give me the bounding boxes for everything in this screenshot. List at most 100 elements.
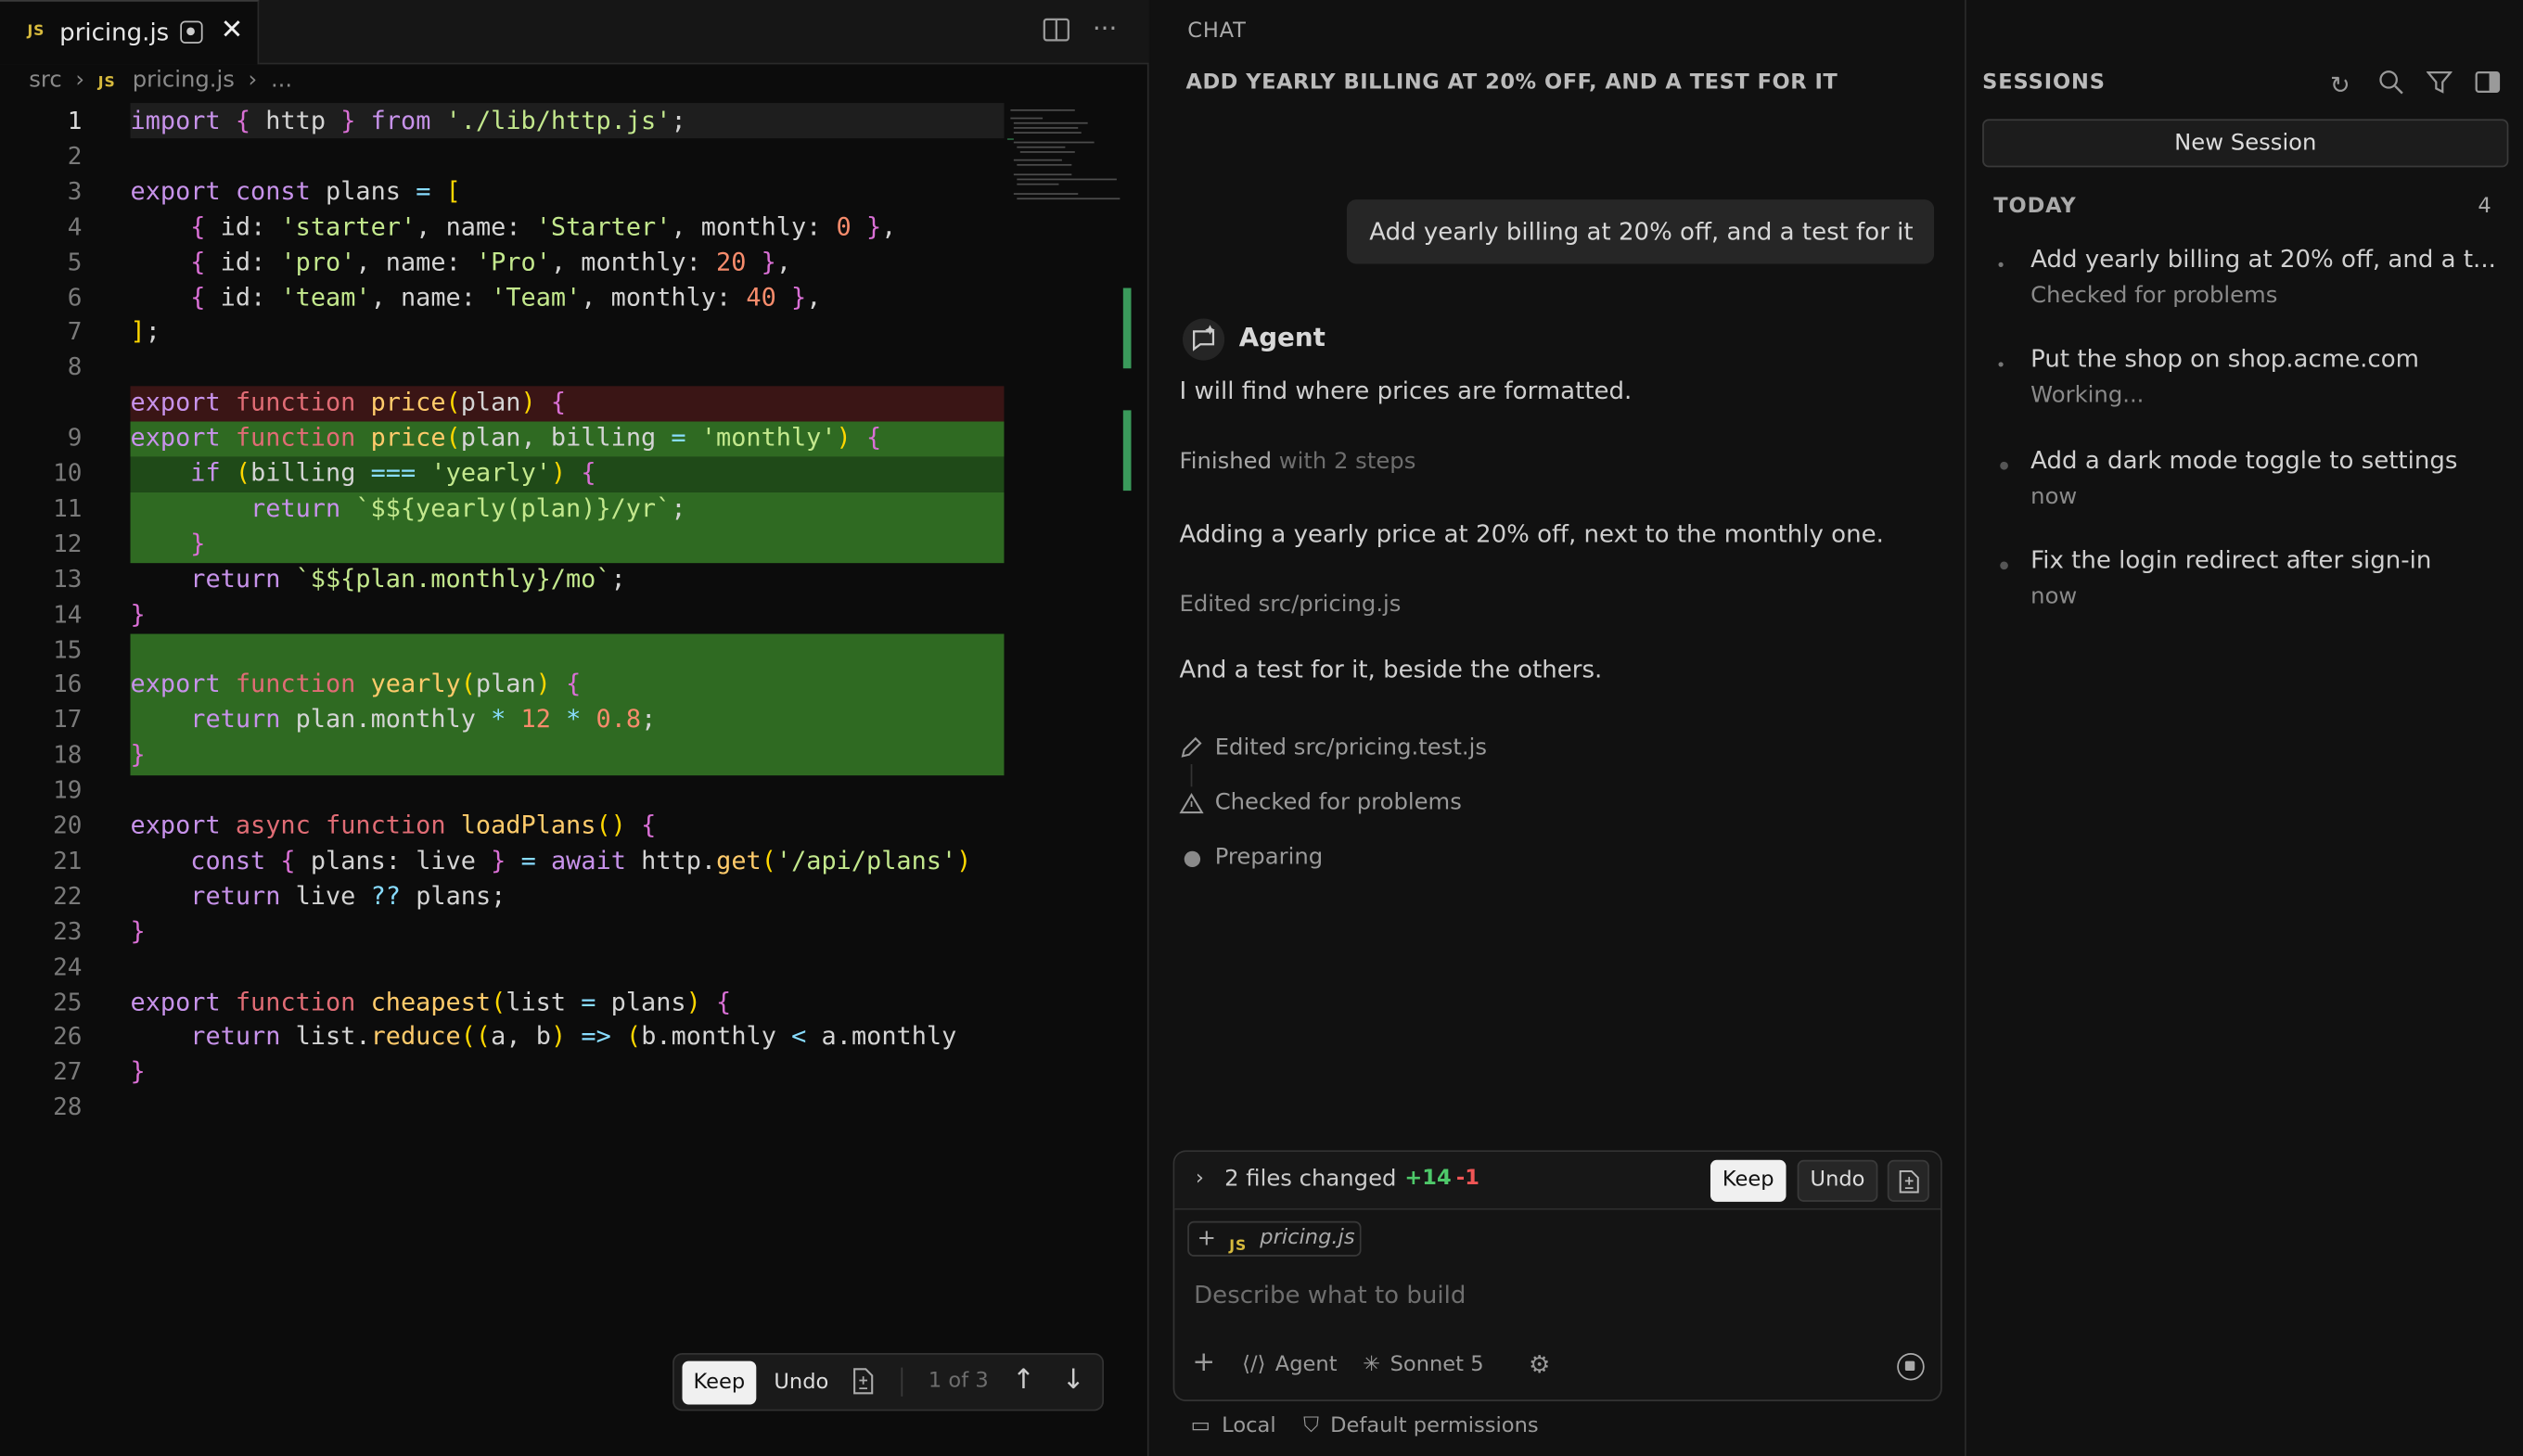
code-line[interactable]: 8 <box>0 350 1126 385</box>
undo-change-button[interactable]: Undo <box>764 1361 839 1405</box>
code-line[interactable]: 24 <box>0 949 1126 984</box>
session-item-status: Working... <box>2030 382 2145 409</box>
step-edited[interactable]: Edited src/pricing.test.js <box>1215 735 1487 761</box>
code-text: } <box>190 529 206 558</box>
code-line[interactable]: 11 return `$${yearly(plan)}/yr`; <box>0 491 1126 526</box>
permissions-picker[interactable]: ⛉ Default permissions <box>1303 1414 1539 1438</box>
code-text: export const plans = [ <box>130 176 461 206</box>
session-item-title[interactable]: Add a dark mode toggle to settings <box>2030 446 2505 475</box>
code-line[interactable]: 4 { id: 'starter', name: 'Starter', mont… <box>0 209 1126 244</box>
code-text: export function price(plan, billing = 'm… <box>130 423 882 453</box>
code-area[interactable]: 1 import { http } from './lib/http.js'; 2 3… <box>0 103 1132 1132</box>
review-diff-icon[interactable] <box>1887 1159 1929 1202</box>
filter-icon[interactable] <box>2426 70 2453 102</box>
status-dot-icon <box>2000 561 2008 570</box>
chevron-right-icon[interactable]: › <box>1196 1167 1204 1191</box>
model-picker[interactable]: ✳ Sonnet 5 <box>1363 1353 1483 1377</box>
session-item-title[interactable]: Put the shop on shop.acme.com <box>2030 344 2505 373</box>
code-text: return list.reduce((a, b) => (b.monthly … <box>190 1022 957 1052</box>
session-item-title[interactable]: Fix the login redirect after sign-in <box>2030 545 2505 574</box>
breadcrumb-symbols[interactable]: ... <box>271 68 292 94</box>
pencil-icon <box>1180 735 1204 766</box>
code-line[interactable]: 18} <box>0 737 1126 773</box>
js-file-icon: JS <box>97 75 116 92</box>
code-line[interactable]: 13 return `$${plan.monthly}/mo`; <box>0 561 1126 596</box>
line-number: 1 <box>67 106 83 135</box>
finished-steps: with 2 steps <box>1278 449 1416 475</box>
step-preparing: Preparing <box>1214 844 1324 871</box>
arrow-up-icon[interactable]: ↑ <box>1012 1364 1035 1397</box>
minimap[interactable] <box>1006 106 1121 206</box>
code-line[interactable]: 14} <box>0 596 1126 632</box>
code-line[interactable]: 25 export function cheapest(list = plans)… <box>0 984 1126 1019</box>
search-icon[interactable] <box>2378 70 2404 102</box>
code-line[interactable]: 16 export function yearly(plan) { <box>0 667 1126 702</box>
change-counter: 1 of 3 <box>928 1369 989 1394</box>
code-line[interactable]: 26 return list.reduce((a, b) => (b.month… <box>0 1019 1126 1054</box>
add-context-icon[interactable]: + <box>1192 1347 1215 1379</box>
code-text: export function price(plan) { <box>130 388 567 417</box>
code-line[interactable]: 22 return live ?? plans; <box>0 878 1126 913</box>
session-item-title[interactable]: Add yearly billing at 20% off, and a t..… <box>2030 245 2505 274</box>
toggle-sidebar-icon[interactable] <box>2475 70 2501 102</box>
code-text: export function yearly(plan) { <box>130 670 582 699</box>
new-session-button[interactable]: New Session <box>1982 119 2509 168</box>
settings-sliders-icon[interactable]: ⚙ <box>1529 1350 1550 1379</box>
code-line[interactable]: 20 export async function loadPlans() { <box>0 808 1126 843</box>
stop-icon[interactable] <box>1897 1352 1925 1381</box>
agent-avatar-icon <box>1183 318 1225 361</box>
code-line[interactable]: 5 { id: 'pro', name: 'Pro', monthly: 20 … <box>0 244 1126 279</box>
step-checked[interactable]: Checked for problems <box>1215 790 1462 816</box>
arrow-down-icon[interactable]: ↓ <box>1062 1364 1085 1397</box>
code-text: const { plans: live } = await http.get('… <box>190 846 972 875</box>
code-line[interactable]: 17 return plan.monthly * 12 * 0.8; <box>0 702 1126 737</box>
code-line[interactable]: 1 import { http } from './lib/http.js'; <box>0 103 1126 138</box>
code-line[interactable]: 12 } <box>0 526 1126 561</box>
code-line[interactable]: 21 const { plans: live } = await http.ge… <box>0 843 1126 878</box>
keep-change-button[interactable]: Keep <box>682 1360 757 1405</box>
removed-code-line[interactable]: export function price(plan) { <box>0 385 1126 420</box>
agent-message: I will find where prices are formatted. <box>1179 376 1633 406</box>
refresh-icon[interactable]: ↻ <box>2330 70 2350 99</box>
undo-all-button[interactable]: Undo <box>1797 1159 1878 1202</box>
finished-status[interactable]: Finished with 2 steps <box>1180 449 1416 475</box>
code-line[interactable]: 23} <box>0 913 1126 949</box>
location-picker[interactable]: ▭ Local <box>1191 1414 1276 1438</box>
diff-file-icon[interactable] <box>852 1368 876 1401</box>
code-line[interactable]: 28 <box>0 1090 1126 1125</box>
code-line[interactable]: 6 { id: 'team', name: 'Team', monthly: 4… <box>0 279 1126 314</box>
code-line[interactable]: 15 <box>0 632 1126 667</box>
close-icon[interactable]: ✕ <box>221 15 244 47</box>
code-text: export async function loadPlans() { <box>130 811 657 840</box>
line-number: 9 <box>67 423 83 453</box>
code-line[interactable]: 7]; <box>0 314 1126 350</box>
line-number: 16 <box>53 670 83 699</box>
context-file-chip[interactable]: + JS pricing.js <box>1187 1220 1362 1257</box>
status-dot-icon <box>2000 461 2008 470</box>
code-line[interactable]: 10 if (billing === 'yearly') { <box>0 455 1126 491</box>
mode-picker[interactable]: ⟨/⟩ Agent <box>1242 1353 1337 1377</box>
code-text: return plan.monthly * 12 * 0.8; <box>190 705 657 734</box>
code-line[interactable]: 9 export function price(plan, billing = '… <box>0 420 1126 455</box>
code-line[interactable]: 19 <box>0 773 1126 808</box>
edited-file-link[interactable]: Edited src/pricing.js <box>1180 592 1402 618</box>
breadcrumb-src[interactable]: src <box>29 68 61 94</box>
plus-icon[interactable]: + <box>1197 1222 1216 1255</box>
more-icon[interactable]: ··· <box>1093 13 1117 44</box>
code-line[interactable]: 3 export const plans = [ <box>0 173 1126 209</box>
line-number: 19 <box>53 775 83 805</box>
tab-pricing-js[interactable]: JS pricing.js ✕ <box>0 0 260 65</box>
composer: › 2 files changed +14 -1 Keep Undo + JS … <box>1172 1150 1942 1402</box>
split-editor-icon[interactable] <box>1043 16 1069 49</box>
changes-summary[interactable]: › 2 files changed +14 -1 Keep Undo <box>1174 1152 1941 1210</box>
chat-heading: ADD YEARLY BILLING AT 20% OFF, AND A TES… <box>1185 70 1838 96</box>
code-line[interactable]: 27} <box>0 1054 1126 1090</box>
keep-all-button[interactable]: Keep <box>1710 1159 1787 1202</box>
prompt-input[interactable]: Describe what to build <box>1194 1281 1466 1309</box>
line-number: 27 <box>53 1057 83 1087</box>
model-icon: ✳ <box>1363 1352 1381 1377</box>
line-number: 12 <box>53 529 83 558</box>
breadcrumb-file[interactable]: pricing.js <box>133 68 235 94</box>
sessions-title: SESSIONS <box>1982 70 2106 96</box>
code-line[interactable]: 2 <box>0 138 1126 173</box>
